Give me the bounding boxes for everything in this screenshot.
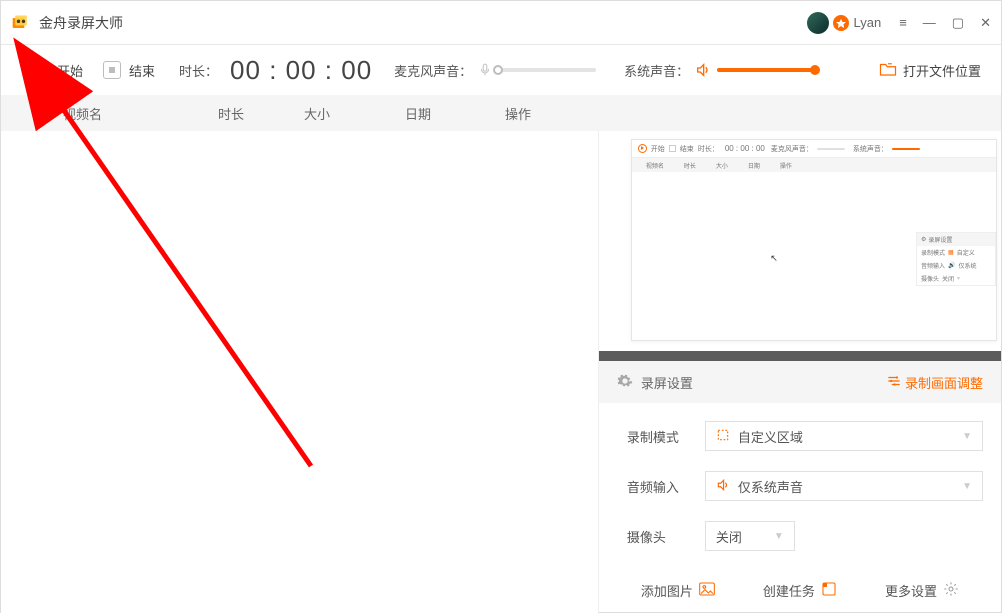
system-volume-group: 系统声音： xyxy=(624,61,815,80)
recordings-table-header: 视频名 时长 大小 日期 操作 xyxy=(1,95,1001,131)
column-duration: 时长 xyxy=(191,104,271,123)
gear-icon xyxy=(617,373,633,392)
more-settings-button[interactable]: 更多设置 xyxy=(885,581,959,600)
open-folder-button[interactable]: 打开文件位置 xyxy=(879,61,981,80)
camera-select[interactable]: 关闭 ▼ xyxy=(705,521,795,551)
image-icon xyxy=(699,582,715,599)
end-label: 结束 xyxy=(129,61,155,80)
mic-volume-group: 麦克风声音： xyxy=(394,61,596,80)
main-toolbar: 开始 结束 时长： 00 : 00 : 00 麦克风声音： 系统声音： 打开文件… xyxy=(1,45,1001,95)
microphone-icon xyxy=(478,63,492,77)
adjust-area-link[interactable]: 录制画面调整 xyxy=(887,373,983,392)
create-task-button[interactable]: 创建任务 xyxy=(763,581,837,600)
start-record-button[interactable] xyxy=(25,58,49,82)
system-volume-slider[interactable] xyxy=(717,68,815,72)
record-preview: 开始 结束 时长： 00 : 00 : 00 麦克风声音： 系统声音： 视频名 … xyxy=(599,131,1001,351)
column-operate: 操作 xyxy=(473,104,563,123)
main-area: 开始 结束 时长： 00 : 00 : 00 麦克风声音： 系统声音： 视频名 … xyxy=(1,131,1001,614)
mic-volume-label: 麦克风声音： xyxy=(394,61,472,80)
record-timer: 00 : 00 : 00 xyxy=(230,55,372,86)
crop-icon xyxy=(716,428,730,445)
preview-play-icon xyxy=(638,144,647,153)
user-avatar[interactable] xyxy=(807,12,829,34)
gear-outline-icon xyxy=(943,581,959,600)
open-folder-label: 打开文件位置 xyxy=(903,61,981,80)
mode-select[interactable]: 自定义区域 ▼ xyxy=(705,421,983,451)
preview-stop-icon xyxy=(669,145,676,152)
close-button[interactable]: ✕ xyxy=(980,15,991,31)
add-image-button[interactable]: 添加图片 xyxy=(641,581,715,600)
settings-header: 录屏设置 录制画面调整 xyxy=(599,361,1001,403)
column-size: 大小 xyxy=(271,104,363,123)
right-panel: 开始 结束 时长： 00 : 00 : 00 麦克风声音： 系统声音： 视频名 … xyxy=(598,131,1001,614)
preview-window: 开始 结束 时长： 00 : 00 : 00 麦克风声音： 系统声音： 视频名 … xyxy=(631,139,997,341)
menu-button[interactable]: ≡ xyxy=(899,15,907,30)
title-bar: 金舟录屏大师 Lyan ≡ — ▢ ✕ xyxy=(1,1,1001,45)
sliders-icon xyxy=(887,374,901,391)
speaker-small-icon xyxy=(716,478,730,495)
speaker-icon xyxy=(695,62,711,78)
preview-settings-panel: ⚙录屏设置 录制模式▦自定义 音频输入🔊仅系统 摄像头关闭▾ xyxy=(916,232,996,286)
minimize-button[interactable]: — xyxy=(923,15,936,30)
duration-label: 时长： xyxy=(179,61,218,80)
bottom-actions: 添加图片 创建任务 更多设置 xyxy=(599,551,1001,614)
mode-label: 录制模式 xyxy=(627,427,687,446)
preview-bottom-strip xyxy=(599,351,1001,361)
app-logo-icon xyxy=(11,13,31,33)
audio-select[interactable]: 仅系统声音 ▼ xyxy=(705,471,983,501)
preview-cursor-icon: ↖ xyxy=(770,253,778,264)
recordings-list xyxy=(1,131,598,614)
camera-label: 摄像头 xyxy=(627,527,687,546)
start-label: 开始 xyxy=(57,61,83,80)
settings-title: 录屏设置 xyxy=(641,373,879,392)
preview-mic-slider xyxy=(817,148,845,150)
app-title: 金舟录屏大师 xyxy=(39,13,123,33)
vip-badge-icon xyxy=(833,15,849,31)
task-icon xyxy=(821,581,837,600)
audio-label: 音频输入 xyxy=(627,477,687,496)
chevron-down-icon: ▼ xyxy=(962,431,972,442)
chevron-down-icon: ▼ xyxy=(774,531,784,542)
settings-body: 录制模式 自定义区域 ▼ 音频输入 仅系统声音 ▼ xyxy=(599,403,1001,551)
stop-record-button[interactable] xyxy=(103,61,121,79)
preview-sys-slider xyxy=(892,148,920,150)
maximize-button[interactable]: ▢ xyxy=(952,15,964,31)
column-name: 视频名 xyxy=(63,104,191,123)
system-volume-label: 系统声音： xyxy=(624,61,689,80)
folder-icon xyxy=(879,61,897,80)
column-date: 日期 xyxy=(363,104,473,123)
username[interactable]: Lyan xyxy=(853,15,881,30)
mic-volume-slider[interactable] xyxy=(498,68,596,72)
chevron-down-icon: ▼ xyxy=(962,481,972,492)
